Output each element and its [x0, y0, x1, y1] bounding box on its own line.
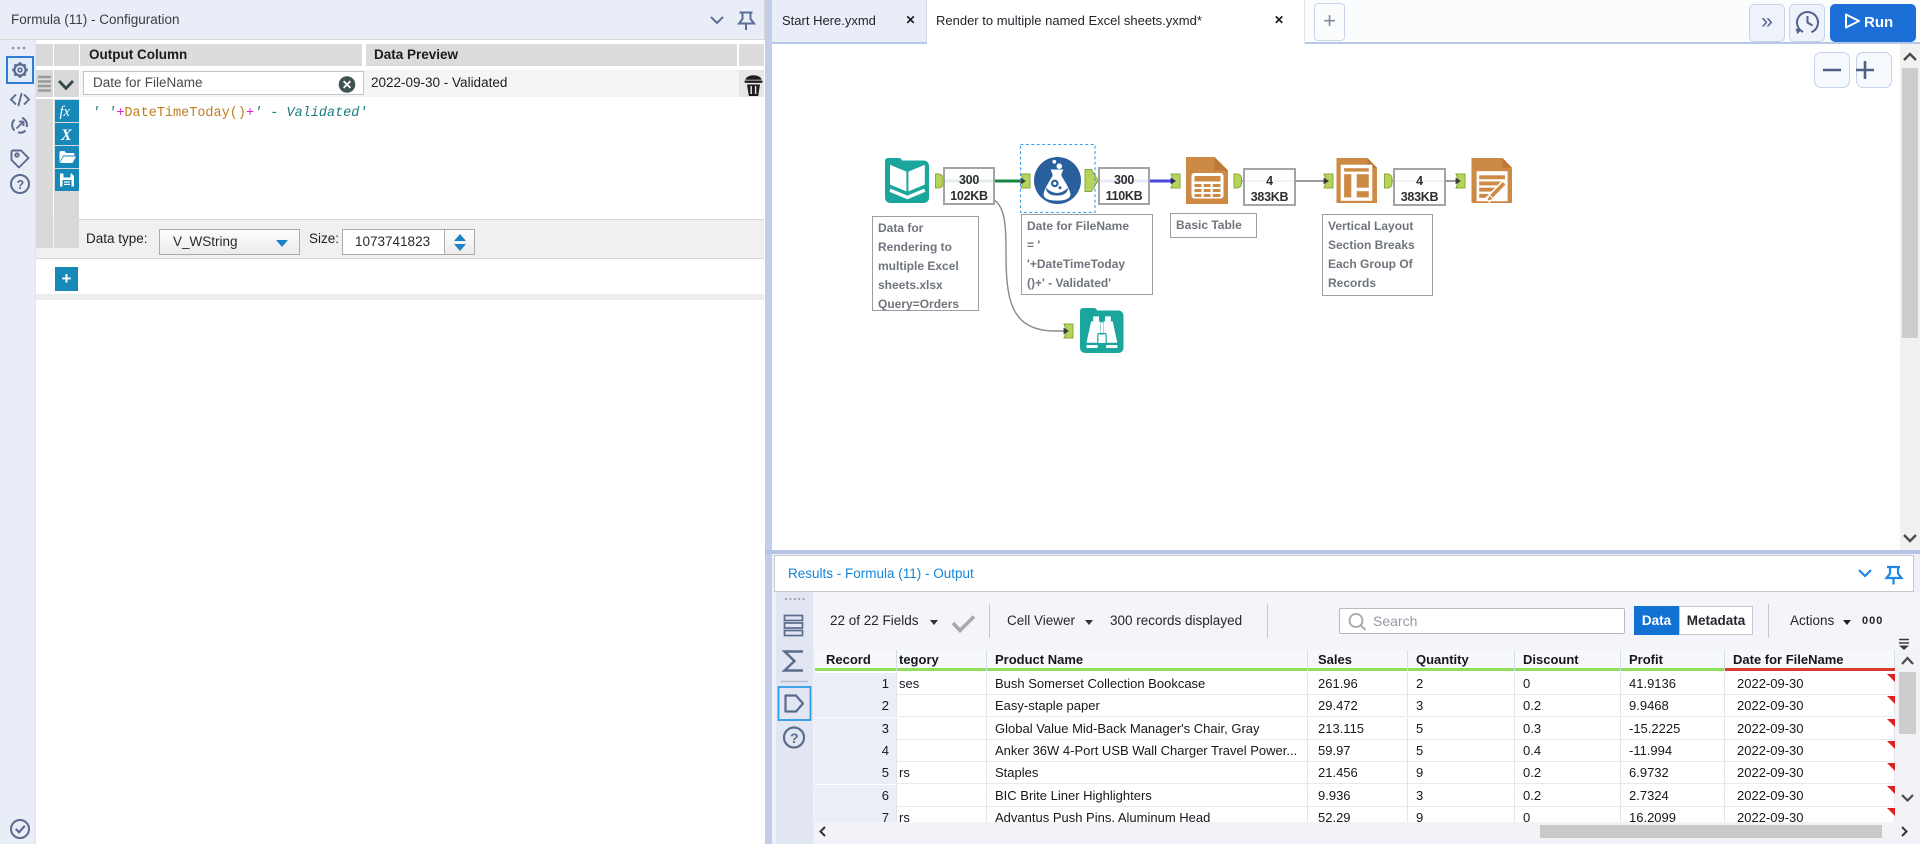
svg-text:X: X: [60, 127, 72, 144]
svg-text:fx: fx: [60, 104, 71, 120]
